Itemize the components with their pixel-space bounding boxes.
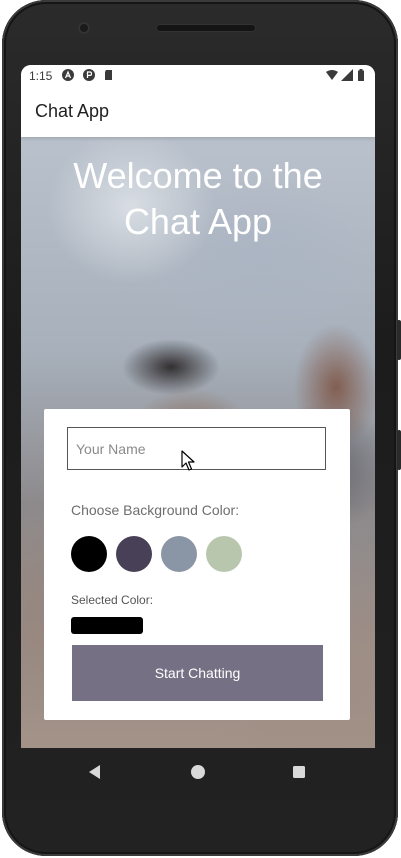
p-logo-icon <box>83 69 95 81</box>
earpiece-speaker <box>156 24 256 32</box>
choose-color-label: Choose Background Color: <box>71 502 240 518</box>
mouse-cursor-icon <box>181 450 195 471</box>
selected-color-preview <box>71 617 143 634</box>
signal-icon <box>341 69 353 81</box>
front-camera <box>78 22 90 34</box>
app-title: Chat App <box>35 101 110 121</box>
welcome-line-2: Chat App <box>123 201 273 242</box>
color-swatch-slate-blue[interactable] <box>161 536 197 572</box>
sd-card-icon <box>105 70 112 80</box>
color-swatch-dark-purple[interactable] <box>116 536 152 572</box>
color-swatch-black[interactable] <box>71 536 107 572</box>
selected-color-label: Selected Color: <box>71 593 154 607</box>
wifi-icon <box>326 70 338 80</box>
recents-icon[interactable] <box>289 762 309 782</box>
device-frame: 1:15 Chat App Welcome to the Chat App Yo… <box>0 0 401 858</box>
start-chatting-button[interactable]: Start Chatting <box>72 645 323 701</box>
a-logo-icon <box>62 69 74 81</box>
back-icon[interactable] <box>85 762 105 782</box>
status-bar: 1:15 <box>21 65 375 87</box>
power-button <box>397 320 401 360</box>
color-swatch-sage-green[interactable] <box>206 536 242 572</box>
battery-icon <box>358 69 364 81</box>
status-time: 1:15 <box>29 69 53 83</box>
welcome-line-1: Welcome to the <box>73 155 323 196</box>
start-form-card: Choose Background Color: Selected Color:… <box>44 409 350 720</box>
screen: 1:15 Chat App Welcome to the Chat App Yo… <box>21 65 375 748</box>
home-icon[interactable] <box>188 762 208 782</box>
app-bar: Chat App <box>21 87 375 137</box>
volume-button <box>397 430 401 470</box>
navigation-bar <box>21 748 375 796</box>
welcome-title: Welcome to the Chat App <box>21 153 375 245</box>
